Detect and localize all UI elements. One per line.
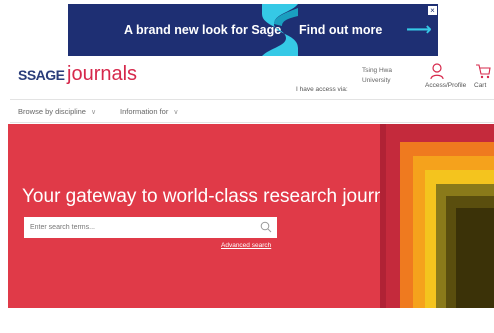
nav-browse-by-discipline[interactable]: Browse by discipline ∨ (18, 107, 96, 116)
hero-banner: Your gateway to world-class research jou… (8, 124, 494, 308)
nav-information-for[interactable]: Information for ∨ (120, 107, 178, 116)
chevron-down-icon: ∨ (90, 109, 97, 116)
close-icon[interactable]: × (428, 6, 437, 15)
site-header: SSAGE journals I have access via: Tsing … (0, 58, 494, 100)
ad-cta-link[interactable]: Find out more (299, 23, 382, 37)
access-label: I have access via: (296, 86, 348, 93)
search-input[interactable] (30, 220, 250, 235)
hero-title: Your gateway to world-class research jou… (22, 186, 409, 207)
nav-divider (10, 122, 494, 123)
search-icon[interactable] (260, 221, 272, 233)
search-box (24, 217, 277, 238)
layered-squares-graphic (380, 124, 494, 308)
ad-banner[interactable]: A brand new look for Sage Find out more … (68, 4, 438, 56)
arrow-right-icon: ⟶ (406, 19, 432, 39)
advanced-search-link[interactable]: Advanced search (221, 242, 271, 249)
chevron-down-icon: ∨ (173, 109, 179, 116)
institution-name: Tsing Hwa University (362, 67, 392, 84)
cart-link[interactable]: Cart (474, 82, 486, 89)
nav-item-label: Information for (120, 107, 169, 116)
journals-logo[interactable]: journals (67, 63, 137, 86)
access-profile-link[interactable]: Access/Profile (425, 82, 466, 89)
nav-item-label: Browse by discipline (18, 107, 86, 116)
user-profile-icon[interactable] (430, 63, 444, 80)
main-nav: Browse by discipline ∨ Information for ∨ (0, 100, 494, 122)
cart-icon[interactable] (475, 63, 491, 79)
sage-logo[interactable]: SSAGE (18, 67, 65, 83)
